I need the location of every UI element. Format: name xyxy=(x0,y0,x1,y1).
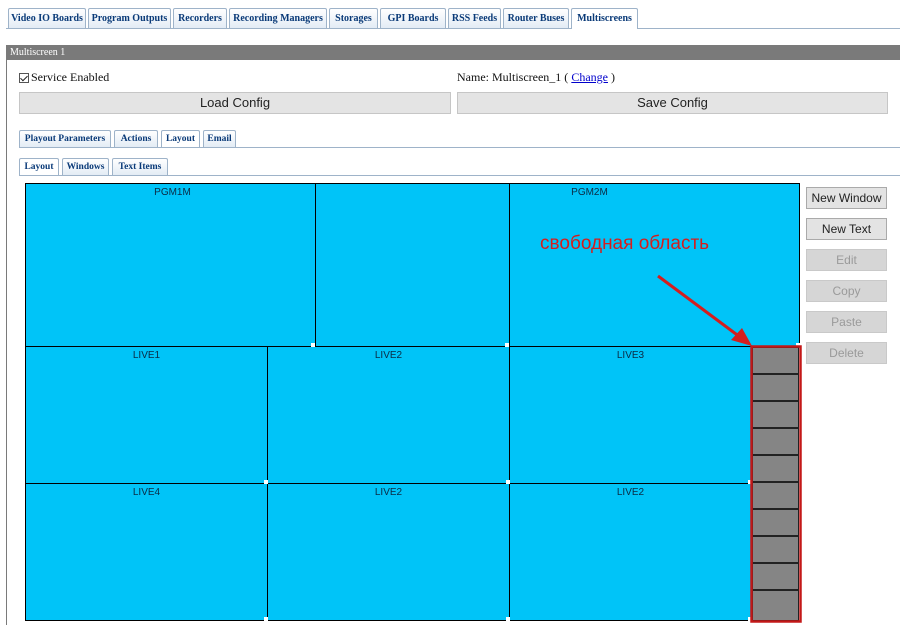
edit-button[interactable]: Edit xyxy=(806,249,887,271)
paste-button[interactable]: Paste xyxy=(806,311,887,333)
annotation-overlay xyxy=(657,274,802,623)
annotation-arrow-line xyxy=(657,274,745,342)
annotation-arrow-head xyxy=(731,328,752,346)
delete-button[interactable]: Delete xyxy=(806,342,887,364)
new-window-button[interactable]: New Window xyxy=(806,187,887,209)
free-area-highlight xyxy=(750,345,802,623)
copy-button[interactable]: Copy xyxy=(806,280,887,302)
new-text-button[interactable]: New Text xyxy=(806,218,887,240)
